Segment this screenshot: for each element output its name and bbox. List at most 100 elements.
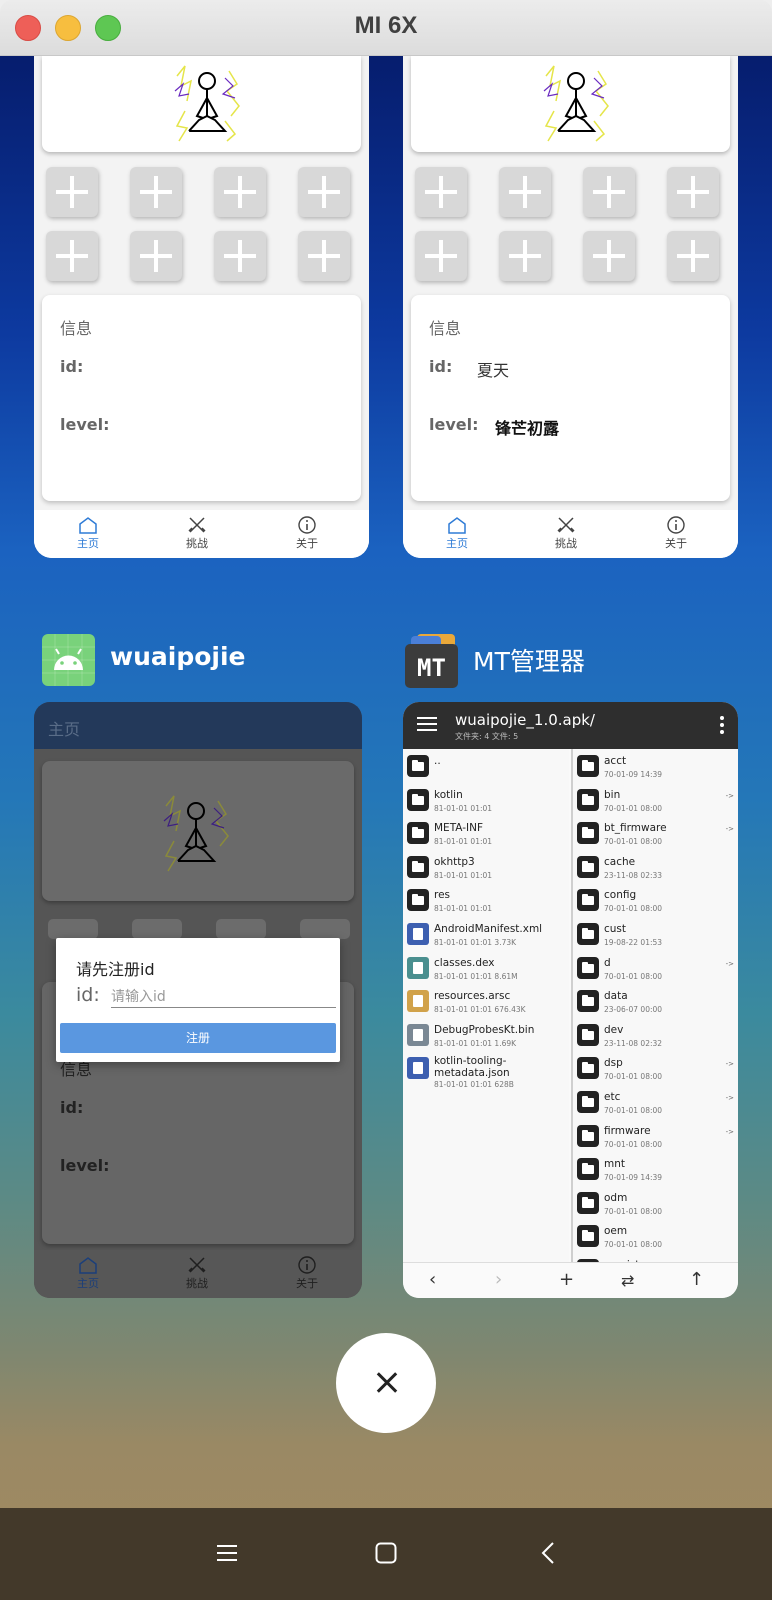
file-row[interactable]: res 81-01-01 01:01 [403, 883, 569, 917]
file-row[interactable]: cust 19-08-22 01:53 [573, 917, 738, 951]
home-icon [79, 517, 97, 534]
mt-manager-app-icon: MT [405, 634, 458, 688]
nav-home[interactable]: 主页 [58, 516, 118, 551]
nav-challenge[interactable]: 挑战 [536, 516, 596, 551]
file-meta: 70-01-01 08:00 [604, 1206, 663, 1216]
file-row[interactable]: cache 23-11-08 02:33 [573, 850, 738, 884]
level-label: level: [429, 415, 479, 434]
file-name: classes.dex [434, 956, 495, 969]
file-row[interactable]: data 23-06-07 00:00 [573, 984, 738, 1018]
add-slot-button[interactable] [46, 231, 98, 281]
back-icon[interactable]: ‹ [429, 1269, 436, 1290]
file-meta: 81-01-01 01:01 [434, 870, 493, 880]
nav-home[interactable]: 主页 [58, 1256, 118, 1291]
file-row[interactable]: dev 23-11-08 02:32 [573, 1018, 738, 1052]
file-row[interactable]: firmware 70-01-01 08:00 -> [573, 1119, 738, 1153]
add-slot-button[interactable] [132, 919, 182, 939]
info-title: 信息 [60, 319, 93, 338]
file-row[interactable]: acct 70-01-09 14:39 [573, 749, 738, 783]
info-title: 信息 [429, 319, 462, 338]
symlink-arrow: -> [725, 825, 734, 834]
file-meta: 81-01-01 01:01 [434, 904, 493, 914]
dialog-id-label: id: [76, 984, 100, 1006]
file-row[interactable]: odm 70-01-01 08:00 [573, 1186, 738, 1220]
recent-card-app-1[interactable]: 信息 id: level: 主页 挑战 关于 [34, 56, 369, 558]
app-bar: wuaipojie_1.0.apk/ 文件夹: 4 文件: 5 [403, 702, 738, 749]
back-chevron-icon[interactable] [541, 1542, 555, 1564]
file-meta: 81-01-01 01:01 [434, 837, 493, 847]
add-slot-button[interactable] [130, 231, 182, 281]
add-slot-button[interactable] [667, 167, 719, 217]
nav-about[interactable]: 关于 [277, 1256, 337, 1291]
swap-icon[interactable]: ⇄ [621, 1271, 634, 1290]
add-slot-button[interactable] [216, 919, 266, 939]
add-slot-button[interactable] [298, 167, 350, 217]
add-slot-button[interactable] [214, 167, 266, 217]
info-icon [298, 516, 316, 534]
recent-card-wuaipojie[interactable]: 主页 信息 id: level: 主页 挑战 关于 请先注册id id: 请输入… [34, 702, 362, 1298]
add-slot-button[interactable] [499, 167, 551, 217]
add-icon[interactable]: + [559, 1269, 574, 1290]
file-row[interactable]: resources.arsc 81-01-01 01:01 676.43K [403, 984, 569, 1018]
file-row[interactable]: kotlin 81-01-01 01:01 [403, 783, 569, 817]
recent-card-mt-manager[interactable]: wuaipojie_1.0.apk/ 文件夹: 4 文件: 5 .. kotlin… [403, 702, 738, 1298]
nav-about-label: 关于 [296, 537, 318, 550]
file-row[interactable]: bin 70-01-01 08:00 -> [573, 783, 738, 817]
home-square-icon[interactable] [375, 1542, 397, 1564]
file-icon [407, 1057, 429, 1080]
folder-icon [577, 956, 599, 979]
file-row[interactable]: config 70-01-01 08:00 [573, 883, 738, 917]
recent-card-app-2[interactable]: 信息 id: 夏天 level: 锋芒初露 主页 挑战 关于 [403, 56, 738, 558]
file-row[interactable]: bt_firmware 70-01-01 08:00 -> [573, 816, 738, 850]
symlink-arrow: -> [725, 791, 734, 800]
file-row[interactable]: oem 70-01-01 08:00 [573, 1219, 738, 1253]
add-slot-button[interactable] [46, 167, 98, 217]
hero-image-box [42, 761, 354, 901]
bottom-nav: 主页 挑战 关于 [34, 510, 369, 558]
home-icon [79, 1257, 97, 1274]
file-row[interactable]: kotlin-tooling-metadata.json 81-01-01 01:… [403, 1051, 569, 1095]
file-row[interactable]: .. [403, 749, 569, 783]
file-row[interactable]: DebugProbesKt.bin 81-01-01 01:01 1.69K [403, 1018, 569, 1052]
app-bar: 主页 [34, 702, 362, 749]
file-name: bt_firmware [604, 822, 667, 835]
nav-about[interactable]: 关于 [277, 516, 337, 551]
file-name: config [604, 889, 637, 902]
nav-about[interactable]: 关于 [646, 516, 706, 551]
nav-challenge[interactable]: 挑战 [167, 516, 227, 551]
file-row[interactable]: dsp 70-01-01 08:00 -> [573, 1051, 738, 1085]
add-slot-button[interactable] [214, 231, 266, 281]
add-slot-button[interactable] [130, 167, 182, 217]
nav-challenge[interactable]: 挑战 [167, 1256, 227, 1291]
add-slot-button[interactable] [298, 231, 350, 281]
add-slot-button[interactable] [583, 231, 635, 281]
file-row[interactable]: etc 70-01-01 08:00 -> [573, 1085, 738, 1119]
add-slot-button[interactable] [415, 167, 467, 217]
add-slot-button[interactable] [499, 231, 551, 281]
folder-icon [577, 755, 599, 777]
file-row[interactable]: META-INF 81-01-01 01:01 [403, 816, 569, 850]
menu-icon[interactable] [216, 1542, 238, 1564]
file-row[interactable]: AndroidManifest.xml 81-01-01 01:01 3.73K [403, 917, 569, 951]
menu-icon[interactable] [417, 717, 437, 733]
nav-home[interactable]: 主页 [427, 516, 487, 551]
file-row[interactable]: mnt 70-01-09 14:39 [573, 1152, 738, 1186]
id-input[interactable] [111, 986, 336, 1008]
add-slot-button[interactable] [583, 167, 635, 217]
up-icon[interactable]: ↑ [689, 1269, 704, 1290]
close-icon[interactable] [336, 1333, 436, 1433]
add-slot-button[interactable] [300, 919, 350, 939]
file-row[interactable]: classes.dex 81-01-01 01:01 8.61M [403, 951, 569, 985]
add-slot-button[interactable] [48, 919, 98, 939]
forward-icon[interactable]: › [495, 1269, 502, 1290]
bottom-toolbar: ‹ › + ⇄ ↑ [403, 1262, 738, 1298]
file-row[interactable]: persist [573, 1253, 738, 1262]
file-row[interactable]: okhttp3 81-01-01 01:01 [403, 850, 569, 884]
folder-icon [407, 788, 429, 811]
file-meta: 70-01-09 14:39 [604, 770, 663, 779]
register-button[interactable]: 注册 [60, 1023, 336, 1053]
file-row[interactable]: d 70-01-01 08:00 -> [573, 951, 738, 985]
add-slot-button[interactable] [415, 231, 467, 281]
add-slot-button[interactable] [667, 231, 719, 281]
more-options-icon[interactable] [720, 716, 724, 734]
